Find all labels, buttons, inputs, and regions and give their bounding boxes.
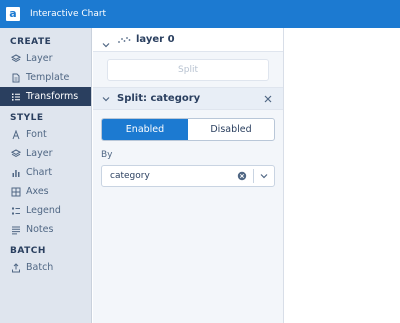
layers-icon: [10, 148, 21, 159]
layers-icon: [10, 53, 21, 64]
clear-icon[interactable]: [235, 169, 249, 183]
sidebar-item-label: Chart: [26, 167, 53, 178]
split-row: Split: [93, 52, 283, 88]
grid-icon: [10, 186, 21, 197]
split-group-title: Split: category: [117, 93, 201, 104]
sidebar-item-label: Font: [26, 129, 47, 140]
close-icon[interactable]: [261, 92, 275, 106]
section-title-batch: BATCH: [10, 246, 46, 256]
sidebar-item-axes[interactable]: Axes: [0, 182, 91, 201]
sidebar: CREATE Layer Template Transforms STYLE F…: [0, 28, 92, 323]
sidebar-item-label: Legend: [26, 205, 61, 216]
sidebar-item-label: Notes: [26, 224, 54, 235]
app-logo: a: [6, 7, 20, 21]
sidebar-item-style-layer[interactable]: Layer: [0, 144, 91, 163]
sidebar-item-label: Layer: [26, 148, 53, 159]
by-dropdown[interactable]: category: [101, 165, 275, 187]
layer-title: layer 0: [136, 34, 175, 45]
toggle-enabled-option[interactable]: Enabled: [102, 119, 188, 140]
sidebar-item-legend[interactable]: Legend: [0, 201, 91, 220]
upload-icon: [10, 262, 21, 273]
enabled-toggle: Enabled Disabled: [101, 118, 275, 141]
by-label: By: [101, 150, 113, 160]
split-group-header[interactable]: Split: category: [93, 88, 283, 110]
sidebar-item-transforms[interactable]: Transforms: [0, 87, 91, 106]
section-title-create: CREATE: [10, 37, 52, 47]
sidebar-item-template[interactable]: Template: [0, 68, 91, 87]
sidebar-item-label: Axes: [26, 186, 49, 197]
sidebar-item-layer[interactable]: Layer: [0, 49, 91, 68]
chevron-down-icon: [101, 35, 111, 47]
bar-chart-icon: [10, 167, 21, 178]
list-icon: [10, 91, 21, 102]
notes-icon: [10, 224, 21, 235]
legend-icon: [10, 205, 21, 216]
sidebar-item-label: Transforms: [26, 91, 79, 102]
sidebar-item-font[interactable]: Font: [0, 125, 91, 144]
sidebar-item-label: Batch: [26, 262, 54, 273]
chart-canvas[interactable]: [285, 28, 400, 323]
sidebar-item-notes[interactable]: Notes: [0, 220, 91, 239]
file-icon: [10, 72, 21, 83]
chevron-down-icon: [101, 94, 111, 104]
sidebar-item-chart[interactable]: Chart: [0, 163, 91, 182]
font-icon: [10, 129, 21, 140]
sidebar-item-label: Layer: [26, 53, 53, 64]
sidebar-item-batch[interactable]: Batch: [0, 258, 91, 277]
by-dropdown-value: category: [110, 171, 150, 181]
chevron-down-icon[interactable]: [254, 166, 274, 186]
transforms-panel: layer 0 Split Split: category Enabled Di…: [93, 28, 284, 323]
title-bar: a Interactive Chart: [0, 0, 400, 28]
scatter-icon: [117, 35, 131, 45]
layer-fold-header[interactable]: layer 0: [93, 28, 283, 52]
split-button[interactable]: Split: [107, 58, 269, 81]
section-title-style: STYLE: [10, 113, 44, 123]
toggle-disabled-option[interactable]: Disabled: [188, 119, 274, 140]
app-title: Interactive Chart: [30, 9, 107, 19]
sidebar-item-label: Template: [26, 72, 70, 83]
